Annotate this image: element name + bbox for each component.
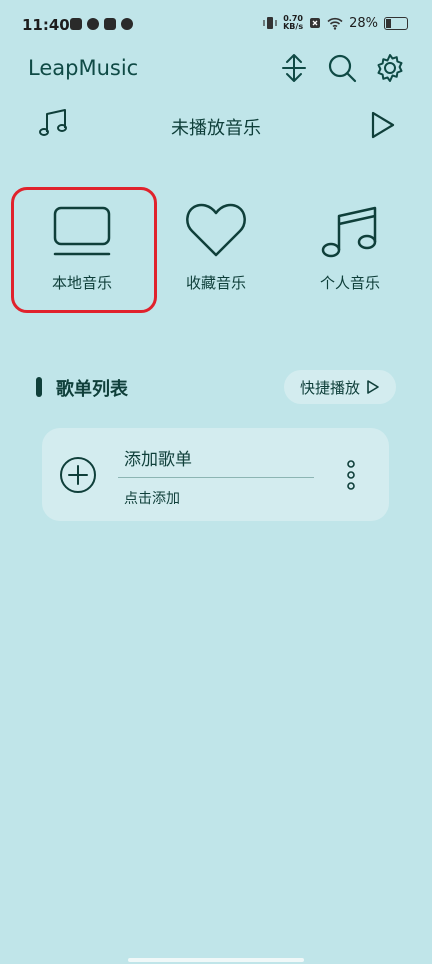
check-icon bbox=[87, 18, 99, 30]
now-playing-title[interactable]: 未播放音乐 bbox=[0, 114, 432, 140]
status-right: 0.70 KB/s 28% bbox=[263, 15, 408, 31]
app-icon bbox=[104, 18, 116, 30]
network-speed-unit: KB/s bbox=[283, 22, 304, 31]
battery-icon bbox=[384, 16, 408, 30]
playlist-title: 添加歌单 bbox=[124, 450, 192, 470]
selection-highlight bbox=[11, 187, 157, 313]
category-favorite-music[interactable]: 收藏音乐 bbox=[146, 190, 286, 310]
add-icon[interactable] bbox=[59, 456, 97, 494]
section-accent-bar bbox=[36, 377, 42, 397]
playlist-subtitle: 点击添加 bbox=[124, 491, 180, 507]
no-sim-icon bbox=[310, 18, 321, 28]
play-icon[interactable] bbox=[370, 110, 396, 140]
search-icon[interactable] bbox=[327, 53, 357, 83]
home-indicator[interactable] bbox=[128, 958, 304, 962]
gear-icon[interactable] bbox=[375, 53, 405, 83]
music-notes-icon bbox=[321, 206, 377, 258]
heart-icon bbox=[186, 203, 246, 257]
network-speed: 0.70 KB/s bbox=[283, 15, 303, 31]
sort-icon[interactable] bbox=[279, 53, 309, 83]
category-personal-music[interactable]: 个人音乐 bbox=[280, 190, 420, 310]
status-bar: 11:40 0.70 KB/s 28% bbox=[0, 0, 432, 50]
wechat-icon bbox=[121, 18, 133, 30]
quick-play-button[interactable]: 快捷播放 bbox=[284, 370, 396, 404]
category-label: 个人音乐 bbox=[319, 274, 380, 292]
vibrate-icon bbox=[263, 17, 277, 29]
more-vertical-icon[interactable] bbox=[344, 459, 358, 491]
notification-icon bbox=[70, 18, 82, 30]
play-icon bbox=[367, 380, 379, 394]
category-label: 收藏音乐 bbox=[185, 274, 246, 292]
app-title: LeapMusic bbox=[28, 56, 139, 80]
quick-play-label: 快捷播放 bbox=[299, 378, 360, 397]
divider bbox=[118, 477, 314, 478]
status-time: 11:40 bbox=[22, 16, 70, 34]
wifi-icon bbox=[327, 17, 343, 30]
section-title: 歌单列表 bbox=[56, 379, 128, 400]
notification-icons bbox=[70, 18, 133, 30]
battery-percent: 28% bbox=[349, 15, 378, 31]
